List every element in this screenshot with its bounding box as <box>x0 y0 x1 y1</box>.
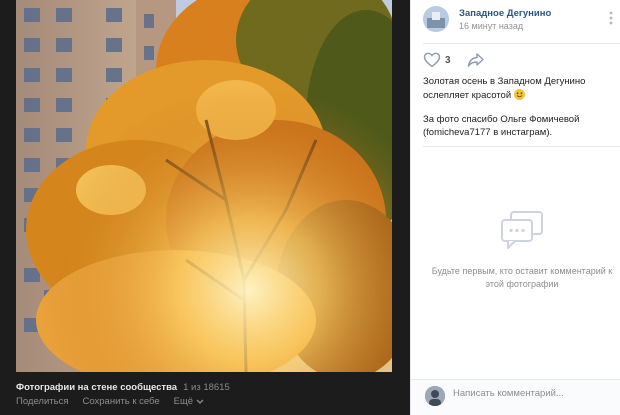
post-text: Золотая осень в Западном Дегунино ослепл… <box>423 76 613 151</box>
group-name-link[interactable]: Западное Дегунино <box>459 7 551 20</box>
divider <box>423 146 620 147</box>
group-avatar[interactable] <box>423 6 449 32</box>
photo-viewer: Фотографии на стене сообщества 1 из 18615… <box>0 0 410 415</box>
more-button[interactable]: Ещё <box>174 396 204 407</box>
album-title-link[interactable]: Фотографии на стене сообщества <box>16 382 177 393</box>
photo-actions: Поделиться Сохранить к себе Ещё <box>16 396 204 407</box>
post-menu-button[interactable] <box>606 10 616 26</box>
divider <box>423 43 620 44</box>
post-header: Западное Дегунино 16 минут назад <box>423 6 551 32</box>
heart-icon[interactable] <box>423 52 441 68</box>
post-text-line1: Золотая осень в Западном Дегунино ослепл… <box>423 76 586 101</box>
comments-empty-state: Будьте первым, кто оставит комментарий к… <box>423 210 620 291</box>
save-button[interactable]: Сохранить к себе <box>82 396 159 407</box>
post-time[interactable]: 16 минут назад <box>459 20 551 32</box>
chevron-down-icon <box>196 399 204 404</box>
photo-counter: 1 из 18615 <box>183 382 230 393</box>
reactions-row: 3 <box>423 52 485 68</box>
post-panel: Западное Дегунино 16 минут назад 3 Золот… <box>410 0 620 415</box>
user-avatar[interactable] <box>425 386 445 406</box>
share-button[interactable]: Поделиться <box>16 396 68 407</box>
comment-input[interactable] <box>453 388 603 399</box>
share-icon[interactable] <box>467 52 485 68</box>
more-label: Ещё <box>173 396 194 407</box>
smile-emoji-icon <box>513 88 525 100</box>
like-count: 3 <box>445 54 451 66</box>
photo-caption: Фотографии на стене сообщества 1 из 18615 <box>16 382 230 393</box>
comments-icon <box>501 211 543 249</box>
photo-image[interactable] <box>16 0 392 372</box>
post-text-line2: За фото спасибо Ольге Фомичевой (fomiche… <box>423 114 580 138</box>
comment-bar <box>411 379 620 415</box>
comments-empty-text: Будьте первым, кто оставит комментарий к… <box>431 266 613 289</box>
more-vertical-icon <box>609 11 613 25</box>
